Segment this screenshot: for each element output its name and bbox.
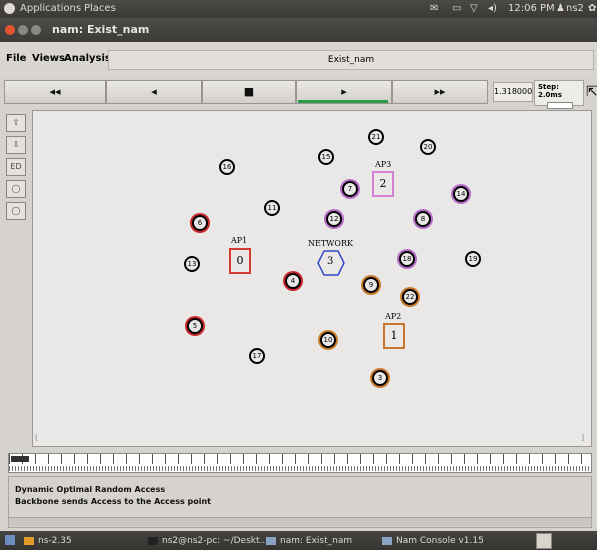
canvas-corner-bl: ⌊ xyxy=(35,433,39,442)
annotation-panel: Dynamic Optimal Random Access Backbone s… xyxy=(8,476,592,528)
node-14[interactable]: 14 xyxy=(453,186,469,202)
node-21[interactable]: 21 xyxy=(368,129,384,145)
node-10[interactable]: 10 xyxy=(320,332,336,348)
node-12[interactable]: 12 xyxy=(326,211,342,227)
zoom-out-icon[interactable]: ⇩ xyxy=(6,136,26,154)
annotation-line-1: Dynamic Optimal Random Access xyxy=(15,485,166,494)
tool-icon-2[interactable]: ◯ xyxy=(6,202,26,220)
node-19[interactable]: 19 xyxy=(465,251,481,267)
taskbar-item-ns[interactable]: ns-2.35 xyxy=(24,534,72,548)
taskbar: ns-2.35 ns2@ns2-pc: ~/Deskt... nam: Exis… xyxy=(0,531,597,550)
places-menu[interactable]: Places xyxy=(84,3,116,14)
ubuntu-logo-icon[interactable] xyxy=(4,3,15,14)
taskbar-item-nam-label: nam: Exist_nam xyxy=(280,536,353,546)
node-18[interactable]: 18 xyxy=(399,251,415,267)
ap1-label: AP1 xyxy=(231,236,248,245)
menu-analysis[interactable]: Analysis xyxy=(64,53,111,64)
folder-icon xyxy=(24,536,34,545)
show-desktop-icon[interactable] xyxy=(5,535,15,545)
ap2-label: AP2 xyxy=(385,312,402,321)
top-panel: Applications Places ✉ ▭ ▽ ◂) 12:06 PM ♟ … xyxy=(0,0,597,18)
step-label: Step: 2.0ms xyxy=(538,83,562,99)
tool-icon-1[interactable]: ◯ xyxy=(6,180,26,198)
node-13[interactable]: 13 xyxy=(184,256,200,272)
timeline-ticks xyxy=(9,454,591,472)
node-7[interactable]: 7 xyxy=(342,181,358,197)
window-icon xyxy=(266,536,276,545)
play-indicator xyxy=(298,100,388,103)
volume-icon[interactable]: ◂) xyxy=(488,3,497,14)
taskbar-item-terminal-label: ns2@ns2-pc: ~/Deskt... xyxy=(162,536,269,546)
node-3[interactable]: 3 xyxy=(372,370,388,386)
gear-icon[interactable]: ✿ xyxy=(588,3,596,14)
fast-forward-button[interactable]: ▸▸ xyxy=(392,80,488,104)
ap3-node[interactable]: 2 xyxy=(372,171,394,197)
window-title-bar[interactable]: nam: Exist_nam xyxy=(0,18,597,42)
mail-icon[interactable]: ✉ xyxy=(430,3,438,14)
menu-file[interactable]: File xyxy=(6,53,26,64)
annotation-scrollbar[interactable] xyxy=(9,517,591,526)
node-22[interactable]: 22 xyxy=(402,289,418,305)
network-value: 3 xyxy=(327,256,334,267)
window-title: nam: Exist_nam xyxy=(52,23,150,36)
workspace-switcher[interactable] xyxy=(536,533,552,549)
node-11[interactable]: 11 xyxy=(264,200,280,216)
user-icon: ♟ xyxy=(556,3,565,14)
window-icon xyxy=(382,536,392,545)
battery-icon[interactable]: ▭ xyxy=(452,3,461,14)
close-icon[interactable] xyxy=(5,25,15,35)
annotation-line-2: Backbone sends Access to the Access poin… xyxy=(15,497,211,506)
node-4[interactable]: 4 xyxy=(285,273,301,289)
node-20[interactable]: 20 xyxy=(420,139,436,155)
taskbar-item-nam[interactable]: nam: Exist_nam xyxy=(266,534,352,548)
ap1-node[interactable]: 0 xyxy=(229,248,251,274)
network-label: NETWORK xyxy=(308,239,353,248)
node-9[interactable]: 9 xyxy=(363,277,379,293)
taskbar-item-ns-label: ns-2.35 xyxy=(38,536,72,546)
stop-button[interactable]: ■ xyxy=(202,80,296,104)
network-icon[interactable]: ▽ xyxy=(470,3,478,14)
node-5[interactable]: 5 xyxy=(187,318,203,334)
left-toolbar: ⇧ ⇩ ED ◯ ◯ xyxy=(0,110,30,450)
timeline-slider[interactable] xyxy=(8,453,592,473)
user-name[interactable]: ns2 xyxy=(566,3,584,14)
node-6[interactable]: 6 xyxy=(192,215,208,231)
step-back-button[interactable]: ◂ xyxy=(106,80,202,104)
animation-name-field: Exist_nam xyxy=(108,50,594,70)
step-control[interactable]: Step: 2.0ms xyxy=(534,80,584,109)
step-slider[interactable] xyxy=(547,102,573,109)
mouse-cursor-icon: ⇱ xyxy=(586,84,597,100)
ap3-label: AP3 xyxy=(375,160,392,169)
terminal-icon xyxy=(148,536,158,545)
network-canvas[interactable]: 21 20 15 16 7 14 6 11 12 8 13 4 9 18 19 … xyxy=(32,110,592,447)
node-8[interactable]: 8 xyxy=(415,211,431,227)
ap2-node[interactable]: 1 xyxy=(383,323,405,349)
canvas-corner-br: ⌋ xyxy=(581,433,585,442)
taskbar-item-terminal[interactable]: ns2@ns2-pc: ~/Deskt... xyxy=(148,534,268,548)
minimize-icon[interactable] xyxy=(18,25,28,35)
edit-icon[interactable]: ED xyxy=(6,158,26,176)
node-16[interactable]: 16 xyxy=(219,159,235,175)
taskbar-item-console[interactable]: Nam Console v1.15 xyxy=(382,534,484,548)
zoom-in-icon[interactable]: ⇧ xyxy=(6,114,26,132)
taskbar-item-console-label: Nam Console v1.15 xyxy=(396,536,484,546)
clock[interactable]: 12:06 PM xyxy=(508,3,555,14)
node-15[interactable]: 15 xyxy=(318,149,334,165)
playback-controls: ◂◂ ◂ ■ ▸ ▸▸ 1.318000 Step: 2.0ms ⇱ xyxy=(0,74,597,110)
maximize-icon[interactable] xyxy=(31,25,41,35)
node-17[interactable]: 17 xyxy=(249,348,265,364)
rewind-button[interactable]: ◂◂ xyxy=(4,80,106,104)
timeline-cursor[interactable] xyxy=(11,456,29,462)
menu-views[interactable]: Views xyxy=(32,53,65,64)
menu-bar: File Views Analysis Exist_nam xyxy=(0,42,597,75)
applications-menu[interactable]: Applications xyxy=(20,3,81,14)
time-display: 1.318000 xyxy=(493,82,533,102)
